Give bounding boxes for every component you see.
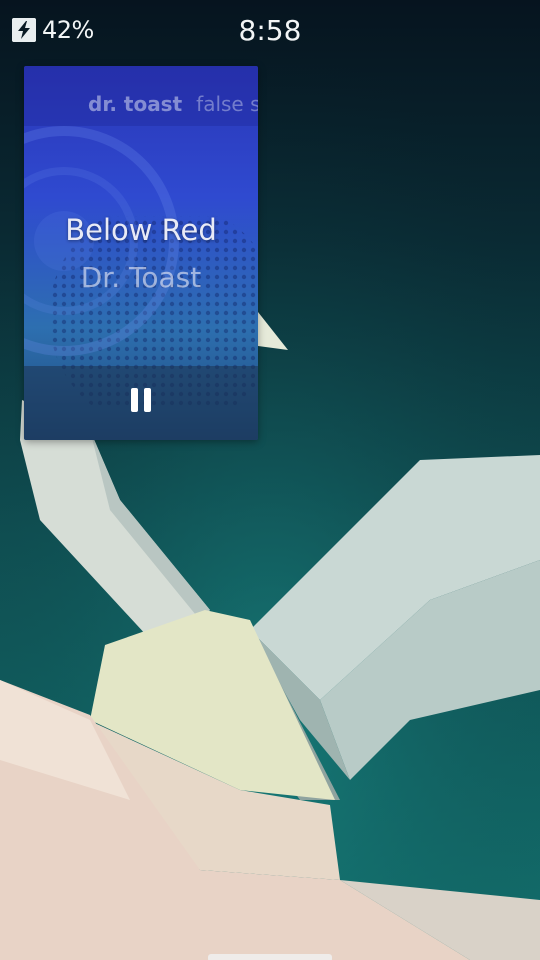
media-cover[interactable]: dr. toast false su Below Red Dr. Toast <box>24 66 258 440</box>
status-bar: 42% 8:58 <box>0 0 540 62</box>
pause-button[interactable] <box>121 380 161 420</box>
clock: 8:58 <box>238 14 302 47</box>
pulley-handle[interactable] <box>208 954 332 960</box>
track-artist: Dr. Toast <box>80 261 202 294</box>
cover-artist-name: dr. toast <box>88 92 183 116</box>
cover-header: dr. toast false su <box>88 92 258 116</box>
pause-icon <box>131 388 138 412</box>
cover-album-name: false su <box>196 92 258 116</box>
track-title: Below Red <box>65 213 217 247</box>
pause-icon-bar <box>144 388 151 412</box>
lock-screen: 42% 8:58 dr. toast false s Below Red Dr.… <box>0 0 540 960</box>
